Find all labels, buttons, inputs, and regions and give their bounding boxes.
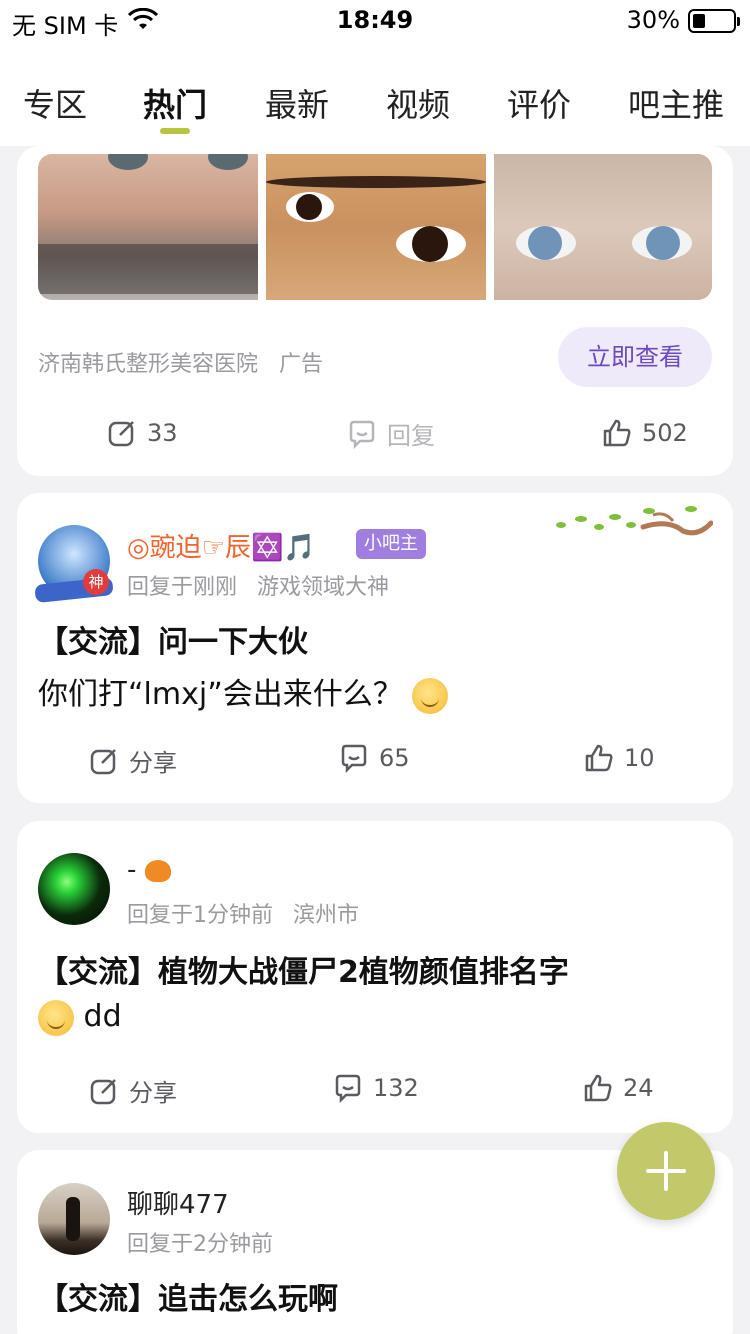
comment-icon [341,744,367,773]
share-label: 分享 [129,749,177,777]
comment-count: 132 [373,1074,419,1102]
reply-time: 回复于刚刚 [127,575,238,600]
ad-tag: 广告 [279,352,324,377]
tab-video[interactable]: 视频 [386,80,450,126]
tab-latest[interactable]: 最新 [265,80,329,126]
category-tabs: 专区 热门 最新 视频 评价 吧主推 [0,42,750,146]
username[interactable]: ◎豌迫☞辰✡️🎵 [127,527,316,564]
ad-image[interactable] [38,154,258,300]
share-icon [90,1078,116,1104]
ad-image[interactable] [494,154,712,300]
tab-zone[interactable]: 专区 [23,80,87,126]
branch-decoration [556,506,713,536]
post-meta: 回复于1分钟前 滨州市 [127,897,379,929]
tab-hot[interactable]: 热门 [143,80,207,126]
ad-image-strip[interactable] [38,154,712,300]
ad-like-button[interactable]: 502 [602,418,688,448]
ad-reply-button[interactable]: 回复 [347,416,435,451]
grin-emoji-icon [412,677,449,714]
ad-share-button[interactable]: 33 [107,418,178,448]
comment-count: 65 [379,744,410,772]
post-title[interactable]: 【交流】追击怎么玩啊 [38,1274,338,1318]
share-button[interactable]: 分享 [89,743,177,778]
post-body-text: dd [83,999,122,1034]
ad-image[interactable] [266,154,486,300]
comment-icon [349,420,375,449]
post-card[interactable]: - 回复于1分钟前 滨州市 【交流】植物大战僵尸2植物颜值排名字 dd 分享 13… [17,821,733,1133]
user-title: 游戏领域大神 [257,575,390,600]
reply-label: 回复 [387,422,435,450]
avatar-tag: 神 [83,569,109,595]
username[interactable]: 聊聊477 [127,1184,229,1221]
comment-button[interactable]: 65 [339,743,410,773]
avatar[interactable] [38,1183,110,1255]
thumbs-up-icon [603,419,631,447]
post-body[interactable]: dd [38,999,122,1036]
post-title[interactable]: 【交流】植物大战僵尸2植物颜值排名字 [38,947,569,991]
post-card[interactable]: 神 ◎豌迫☞辰✡️🎵 小吧主 回复于刚刚 游戏领域大神 【交流】问一下大伙 你们打… [17,493,733,803]
share-icon [108,421,134,447]
share-label: 分享 [129,1079,177,1107]
tab-moderator-picks[interactable]: 吧主推 [628,80,724,126]
comment-icon [335,1074,361,1103]
share-button[interactable]: 分享 [89,1073,177,1108]
post-meta: 回复于刚刚 游戏领域大神 [127,569,409,601]
fire-emoji-icon [144,859,171,882]
ad-card[interactable]: 济南韩氏整形美容医院 广告 立即查看 33 回复 502 [17,146,733,476]
share-icon [90,748,116,774]
reply-time: 回复于1分钟前 [127,903,273,928]
reply-time: 回复于2分钟前 [127,1232,273,1257]
status-bar: 无 SIM 卡 18:49 30% [0,0,750,42]
post-body[interactable]: 你们打“lmxj”会出来什么？ [38,669,449,714]
username-text: - [127,855,145,885]
share-count: 33 [147,419,178,447]
ad-source: 济南韩氏整形美容医院 广告 [38,346,323,378]
location: 滨州市 [293,903,360,928]
thumbs-up-icon [584,1074,612,1102]
post-title[interactable]: 【交流】问一下大伙 [38,617,308,661]
grin-emoji-icon [38,999,74,1036]
comment-button[interactable]: 132 [333,1073,419,1103]
active-tab-indicator [160,128,190,134]
screen: 无 SIM 卡 18:49 30% 专区 热门 最新 视频 评价 吧主推 济南韩… [0,0,750,1334]
battery-icon [688,9,740,33]
like-button[interactable]: 24 [583,1073,654,1103]
like-button[interactable]: 10 [584,743,655,773]
like-count: 24 [623,1074,654,1102]
thumbs-up-icon [585,744,613,772]
like-count: 502 [642,419,688,447]
avatar[interactable] [38,853,110,925]
post-meta: 回复于2分钟前 [127,1226,293,1258]
moderator-badge: 小吧主 [356,529,426,559]
battery-percent: 30% [626,6,680,34]
create-post-button[interactable] [617,1122,715,1220]
advertiser-name: 济南韩氏整形美容医院 [38,352,259,377]
username[interactable]: - [127,855,171,885]
post-body-text: 你们打“lmxj”会出来什么？ [38,677,403,712]
view-now-button[interactable]: 立即查看 [558,327,712,387]
like-count: 10 [624,744,655,772]
tab-review[interactable]: 评价 [507,80,571,126]
